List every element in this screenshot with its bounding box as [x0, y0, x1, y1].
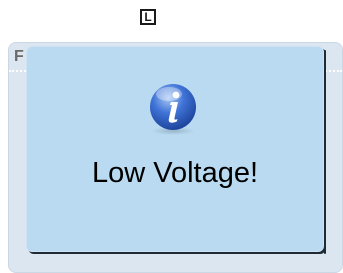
info-icon — [150, 84, 196, 135]
message-text: Low Voltage! — [91, 157, 259, 189]
message-card[interactable] — [26, 46, 326, 254]
panel-l-icon[interactable]: L — [140, 9, 156, 25]
group-label: F — [14, 48, 24, 65]
canvas: L F Low Voltage! — [0, 0, 343, 273]
